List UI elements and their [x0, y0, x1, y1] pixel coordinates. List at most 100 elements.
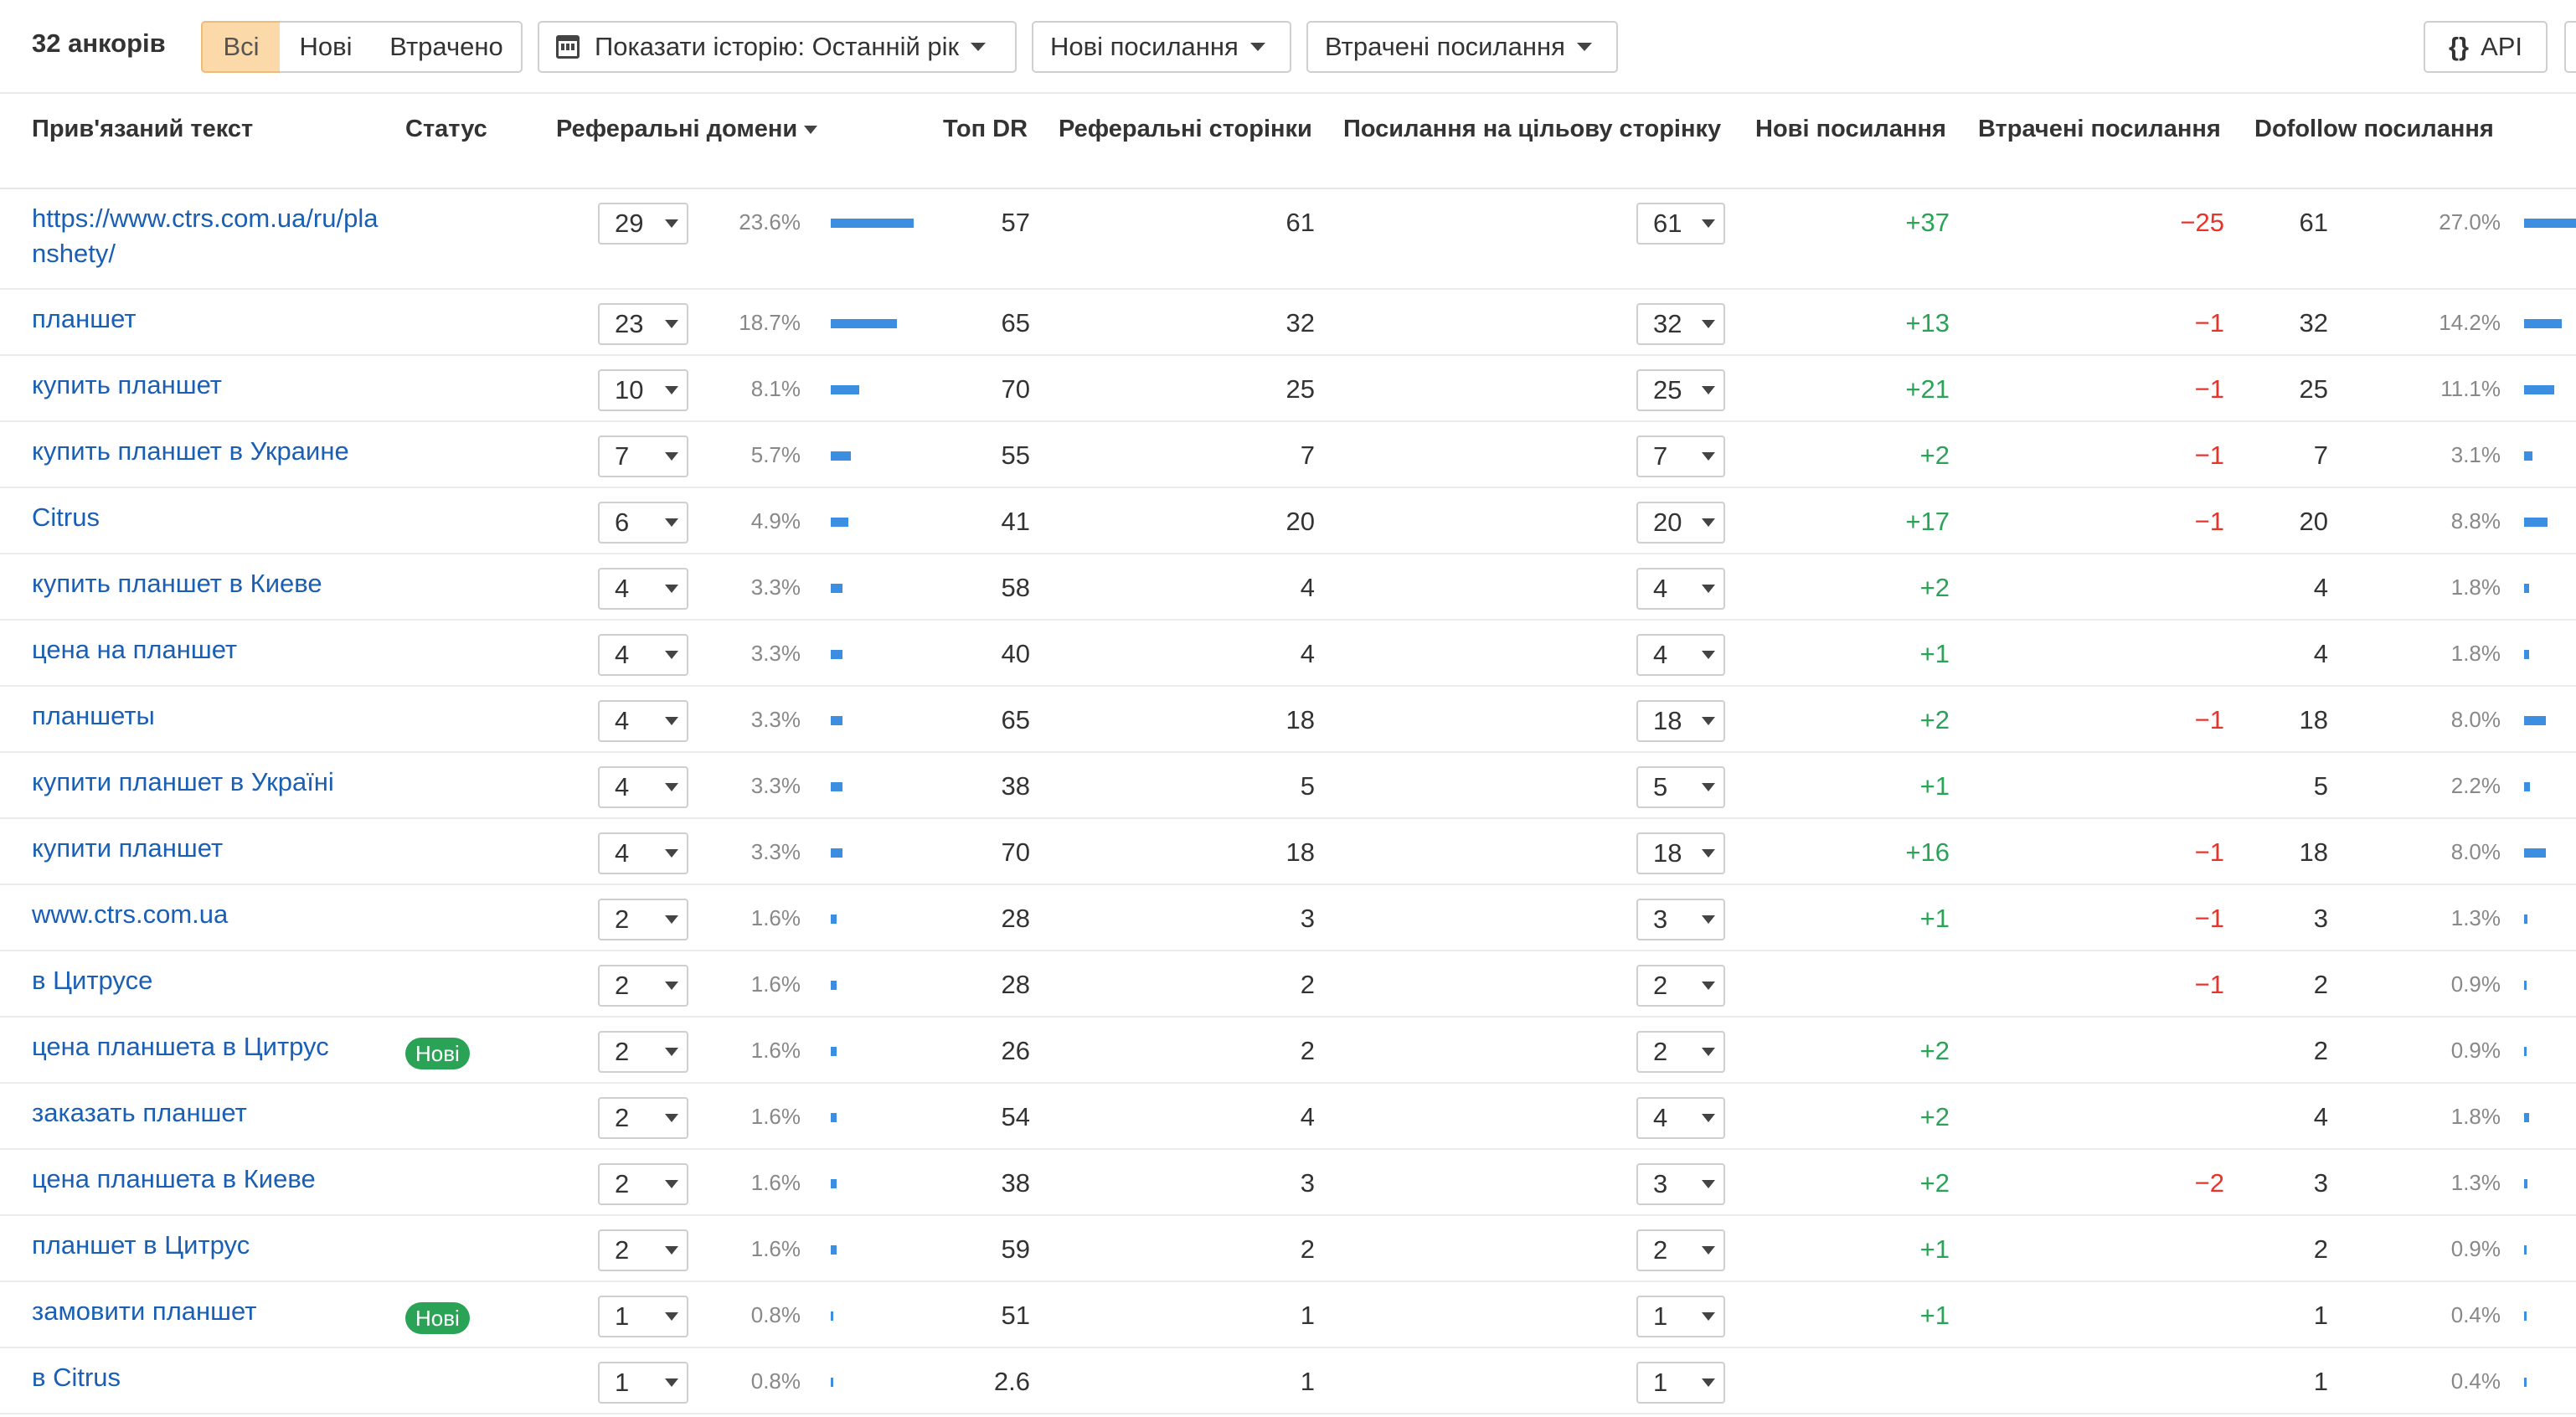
- anchor-link[interactable]: цена на планшет: [32, 632, 384, 667]
- ref-domains-dropdown[interactable]: 1: [598, 1296, 688, 1337]
- new-links-value: +2: [1919, 1168, 1950, 1198]
- target-links-dropdown[interactable]: 61: [1636, 203, 1725, 245]
- target-links-dropdown[interactable]: 2: [1636, 1031, 1725, 1073]
- chevron-down-icon: [665, 1048, 678, 1056]
- target-links-dropdown[interactable]: 32: [1636, 303, 1725, 345]
- target-links-dropdown[interactable]: 4: [1636, 1097, 1725, 1139]
- dofollow-value: 18: [2299, 705, 2328, 734]
- ref-domains-dropdown[interactable]: 29: [598, 203, 688, 245]
- anchor-link[interactable]: планшет: [32, 301, 384, 337]
- col-dofollow[interactable]: Dofollow посилання: [2254, 116, 2494, 143]
- anchor-link[interactable]: планшет в Цитрус: [32, 1228, 384, 1263]
- ref-domains-percent: 1.6%: [750, 971, 801, 997]
- anchor-link[interactable]: замовити планшет: [32, 1294, 384, 1329]
- target-links-dropdown[interactable]: 1: [1636, 1362, 1725, 1404]
- anchor-link[interactable]: планшеты: [32, 698, 384, 734]
- anchor-link[interactable]: Citrus: [32, 500, 384, 535]
- anchor-link[interactable]: www.ctrs.com.ua: [32, 897, 384, 932]
- ref-domains-bar: [831, 385, 859, 394]
- target-links-dropdown[interactable]: 3: [1636, 1163, 1725, 1205]
- api-button[interactable]: {} API: [2424, 21, 2548, 73]
- lost-links-dropdown[interactable]: Втрачені посилання: [1306, 21, 1618, 73]
- target-links-dropdown[interactable]: 2: [1636, 965, 1725, 1007]
- chevron-down-icon: [1702, 219, 1715, 228]
- ref-domains-bar: [831, 1179, 837, 1188]
- anchor-link[interactable]: цена планшета в Цитрус: [32, 1029, 384, 1064]
- top-dr-value: 28: [1001, 970, 1030, 999]
- ref-domains-dropdown[interactable]: 2: [598, 1163, 688, 1205]
- filter-all-button[interactable]: Всі: [201, 21, 281, 73]
- ref-domains-dropdown[interactable]: 4: [598, 700, 688, 742]
- dofollow-value: 4: [2313, 1102, 2328, 1131]
- table-row: цена планшета в Цитрус Нові 2 1.6% 26 2 2 +…: [0, 1018, 2576, 1084]
- col-status[interactable]: Статус: [405, 116, 487, 143]
- anchor-link[interactable]: купить планшет в Киеве: [32, 566, 384, 601]
- table-row: Citrus 6 4.9% 41 20 20 +17 −1 20 8.8%: [0, 488, 2576, 554]
- ref-domains-dropdown[interactable]: 2: [598, 1031, 688, 1073]
- chevron-down-icon: [665, 915, 678, 924]
- ref-domains-dropdown[interactable]: 4: [598, 634, 688, 676]
- anchor-link[interactable]: заказать планшет: [32, 1095, 384, 1131]
- anchor-link[interactable]: купити планшет: [32, 831, 384, 866]
- col-new-links[interactable]: Нові посилання: [1755, 116, 1946, 143]
- col-ref-pages[interactable]: Реферальні сторінки: [1059, 116, 1312, 143]
- ref-domains-dropdown[interactable]: 2: [598, 899, 688, 940]
- table-row: купити планшет 4 3.3% 70 18 18 +16 −1 18 8.0%: [0, 819, 2576, 885]
- col-top-dr[interactable]: Топ DR: [943, 116, 1028, 143]
- dofollow-bar: [2524, 981, 2527, 990]
- new-links-dropdown[interactable]: Нові посилання: [1032, 21, 1291, 73]
- target-links-dropdown[interactable]: 20: [1636, 502, 1725, 544]
- filter-lost-button[interactable]: Втрачено: [372, 21, 523, 73]
- filter-new-button[interactable]: Нові: [280, 21, 374, 73]
- target-links-dropdown[interactable]: 18: [1636, 700, 1725, 742]
- chevron-down-icon: [1702, 1048, 1715, 1056]
- target-links-dropdown[interactable]: 3: [1636, 899, 1725, 940]
- target-links-dropdown[interactable]: 25: [1636, 369, 1725, 411]
- new-links-value: +2: [1919, 441, 1950, 470]
- table-row: заказать планшет 2 1.6% 54 4 4 +2 4 1.8%: [0, 1084, 2576, 1150]
- anchor-link[interactable]: в Цитрусе: [32, 963, 384, 998]
- ref-domains-dropdown[interactable]: 1: [598, 1362, 688, 1404]
- new-links-label: Нові посилання: [1050, 32, 1239, 61]
- dofollow-percent: 1.3%: [2450, 905, 2501, 930]
- ref-domains-dropdown[interactable]: 4: [598, 832, 688, 874]
- anchor-link[interactable]: в Citrus: [32, 1360, 384, 1395]
- col-lost-links[interactable]: Втрачені посилання: [1978, 116, 2221, 143]
- table-row: в Citrus 1 0.8% 2.6 1 1 1 0.4%: [0, 1348, 2576, 1414]
- anchor-link[interactable]: купить планшет: [32, 368, 384, 403]
- target-links-dropdown[interactable]: 5: [1636, 766, 1725, 808]
- chevron-down-icon: [1702, 651, 1715, 659]
- dofollow-bar: [2524, 782, 2530, 791]
- anchor-link[interactable]: купить планшет в Украине: [32, 434, 384, 469]
- ref-domains-dropdown[interactable]: 2: [598, 1097, 688, 1139]
- api-label: API: [2481, 32, 2523, 61]
- target-links-dropdown[interactable]: 7: [1636, 435, 1725, 477]
- export-button[interactable]: [2564, 21, 2576, 73]
- col-target-links[interactable]: Посилання на цільову сторінку: [1343, 116, 1721, 143]
- ref-domains-dropdown[interactable]: 6: [598, 502, 688, 544]
- col-anchor[interactable]: Прив'язаний текст: [32, 116, 253, 143]
- target-links-dropdown[interactable]: 4: [1636, 634, 1725, 676]
- target-links-dropdown[interactable]: 1: [1636, 1296, 1725, 1337]
- ref-domains-value: 4: [615, 772, 630, 801]
- ref-domains-dropdown[interactable]: 10: [598, 369, 688, 411]
- ref-domains-dropdown[interactable]: 4: [598, 568, 688, 610]
- anchor-link[interactable]: https://www.ctrs.com.ua/ru/planshety/: [32, 201, 384, 271]
- table-header: Прив'язаний текст Статус Реферальні доме…: [0, 92, 2576, 189]
- ref-domains-dropdown[interactable]: 2: [598, 1229, 688, 1271]
- target-links-dropdown[interactable]: 2: [1636, 1229, 1725, 1271]
- ref-domains-dropdown[interactable]: 7: [598, 435, 688, 477]
- ref-domains-value: 2: [615, 971, 630, 1000]
- col-ref-domains[interactable]: Реферальні домени: [556, 116, 818, 143]
- ref-domains-dropdown[interactable]: 23: [598, 303, 688, 345]
- anchor-link[interactable]: купити планшет в Україні: [32, 765, 384, 800]
- anchor-link[interactable]: цена планшета в Киеве: [32, 1162, 384, 1197]
- ref-pages-value: 1: [1300, 1301, 1315, 1330]
- history-dropdown[interactable]: Показати історію: Останній рік: [538, 21, 1017, 73]
- dofollow-bar: [2524, 219, 2576, 228]
- chevron-down-icon: [1702, 915, 1715, 924]
- target-links-dropdown[interactable]: 4: [1636, 568, 1725, 610]
- target-links-dropdown[interactable]: 18: [1636, 832, 1725, 874]
- ref-domains-dropdown[interactable]: 4: [598, 766, 688, 808]
- ref-domains-dropdown[interactable]: 2: [598, 965, 688, 1007]
